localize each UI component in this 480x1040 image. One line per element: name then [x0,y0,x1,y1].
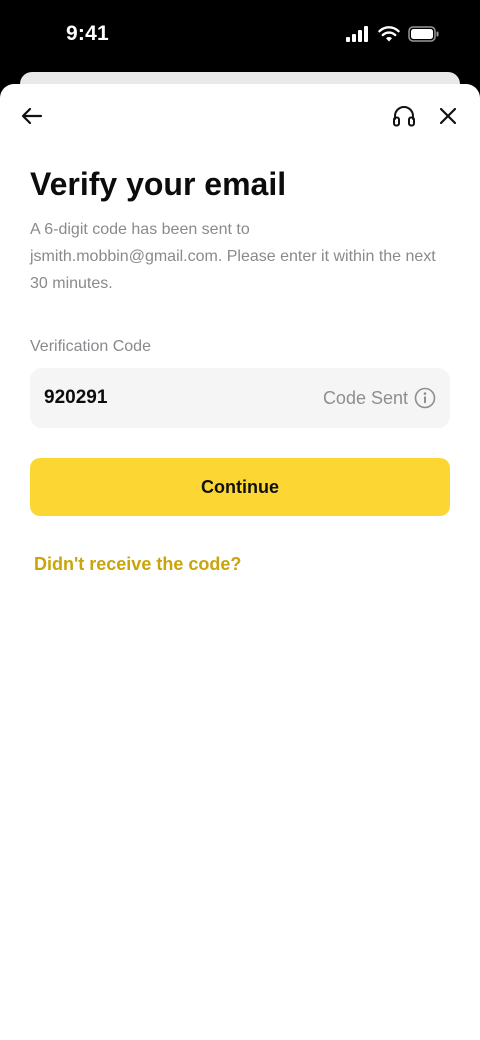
wifi-icon [378,26,400,47]
close-button[interactable] [432,102,464,134]
cellular-signal-icon [346,26,370,47]
close-icon [439,107,457,130]
verification-code-label: Verification Code [30,338,151,355]
continue-button[interactable]: Continue [30,458,450,516]
status-time: 9:41 [66,22,109,45]
code-status-text: Code Sent [322,387,408,408]
status-bar: 9:41 [0,0,480,72]
resend-code-link[interactable]: Didn't receive the code? [34,554,241,575]
arrow-left-icon [21,107,43,130]
info-icon[interactable] [414,387,436,409]
page-description: A 6-digit code has been sent to jsmith.m… [30,221,436,292]
page-title: Verify your email [30,166,287,202]
verification-code-field: Code Sent [30,368,450,428]
verify-email-sheet: Verify your email A 6-digit code has bee… [0,84,480,1040]
headset-icon [392,105,416,132]
status-icons [346,26,440,47]
battery-icon [408,26,440,47]
back-button[interactable] [16,102,48,134]
verification-code-input[interactable] [44,368,284,428]
support-button[interactable] [388,102,420,134]
code-status: Code Sent [323,368,436,428]
